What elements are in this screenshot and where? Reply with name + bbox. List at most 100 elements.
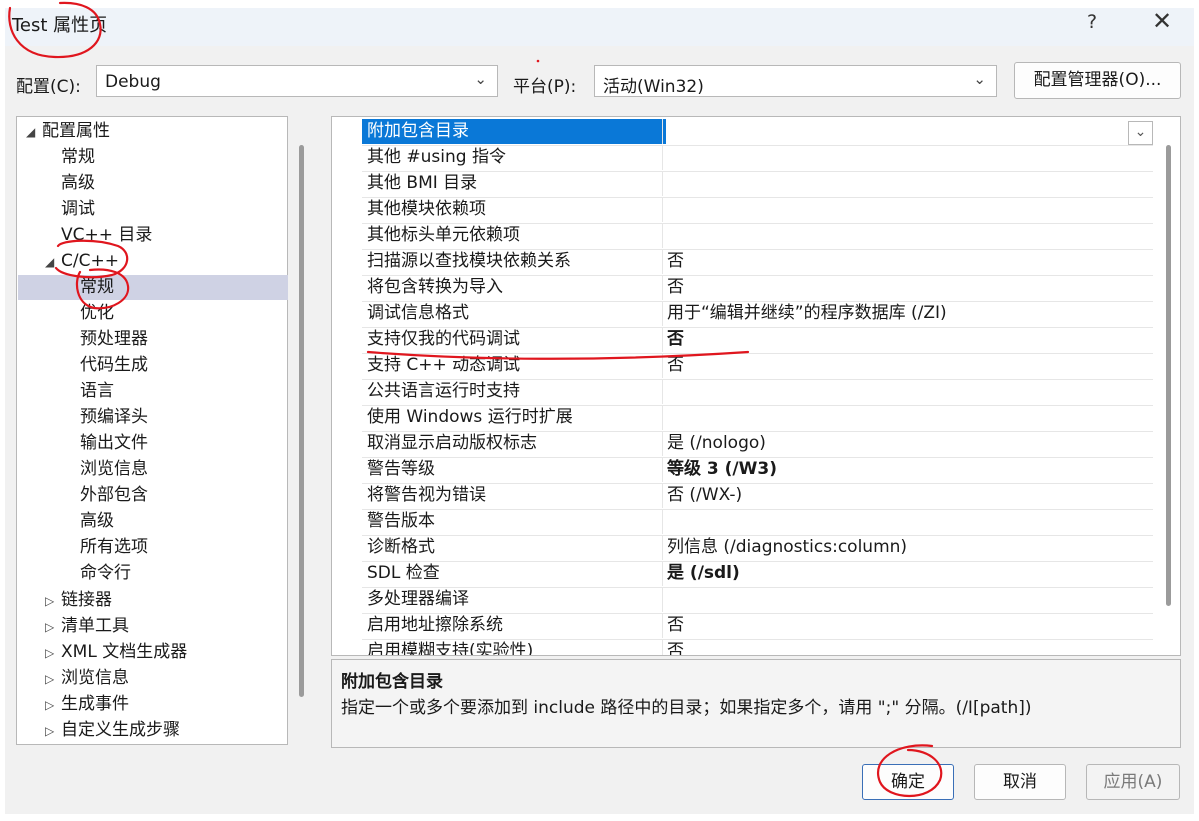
tree-item-cpp-advanced[interactable]: 高级 <box>80 509 114 534</box>
property-value[interactable]: 是 (/nologo) <box>662 431 1157 456</box>
tree-scrollbar[interactable] <box>299 145 304 697</box>
description-text: 指定一个或多个要添加到 include 路径中的目录；如果指定多个，请用 ";"… <box>341 698 1032 718</box>
configuration-select[interactable]: Debug ⌄ <box>96 65 498 97</box>
property-row[interactable]: 将包含转换为导入否 <box>362 275 1153 302</box>
property-value[interactable] <box>662 119 1157 144</box>
property-value[interactable] <box>662 405 1157 430</box>
property-value[interactable]: 否 <box>662 639 1157 655</box>
tree-item-build-events[interactable]: 生成事件 <box>61 692 129 717</box>
tree-item-optimization[interactable]: 优化 <box>80 301 114 326</box>
property-value[interactable] <box>662 223 1157 248</box>
property-value[interactable]: 否 <box>662 275 1157 300</box>
property-row[interactable]: SDL 检查是 (/sdl) <box>362 561 1153 588</box>
tree-item-browse-info[interactable]: 浏览信息 <box>61 666 129 691</box>
tree-item-advanced[interactable]: 高级 <box>61 171 95 196</box>
property-row[interactable]: 其他模块依赖项 <box>362 197 1153 224</box>
property-value[interactable]: 是 (/sdl) <box>662 561 1157 586</box>
property-row[interactable]: 支持 C++ 动态调试否 <box>362 353 1153 380</box>
property-value[interactable]: 列信息 (/diagnostics:column) <box>662 535 1157 560</box>
property-value[interactable]: 否 <box>662 353 1157 378</box>
property-scrollbar[interactable] <box>1166 145 1171 606</box>
collapsed-arrow-icon[interactable]: ▷ <box>45 672 54 686</box>
platform-value: 活动(Win32) <box>603 77 704 97</box>
property-value[interactable] <box>662 509 1157 534</box>
property-row[interactable]: 扫描源以查找模块依赖关系否 <box>362 249 1153 276</box>
collapsed-arrow-icon[interactable]: ▷ <box>45 594 54 608</box>
property-row[interactable]: 警告版本 <box>362 509 1153 536</box>
property-name: 支持 C++ 动态调试 <box>367 355 521 375</box>
property-row[interactable]: 其他 BMI 目录 <box>362 171 1153 198</box>
description-title: 附加包含目录 <box>341 672 443 692</box>
expanded-arrow-icon[interactable]: ◢ <box>45 255 54 269</box>
chevron-down-icon[interactable]: ⌄ <box>1128 121 1153 145</box>
tree-item-precompiled-headers[interactable]: 预编译头 <box>80 405 148 430</box>
tree-item-browse-information[interactable]: 浏览信息 <box>80 457 148 482</box>
tree-item-cpp-general[interactable]: 常规 <box>18 275 288 300</box>
property-value[interactable]: 否 (/WX-) <box>662 483 1157 508</box>
property-name: 支持仅我的代码调试 <box>367 329 520 349</box>
property-value[interactable]: 否 <box>662 613 1157 638</box>
property-name: 诊断格式 <box>367 537 435 557</box>
property-row[interactable]: 附加包含目录 <box>362 119 1153 146</box>
tree-item-output-files[interactable]: 输出文件 <box>80 431 148 456</box>
apply-button[interactable]: 应用(A) <box>1086 764 1180 800</box>
tree-item-debugging[interactable]: 调试 <box>61 197 95 222</box>
property-row[interactable]: 公共语言运行时支持 <box>362 379 1153 406</box>
property-value[interactable] <box>662 197 1157 222</box>
property-name: 使用 Windows 运行时扩展 <box>367 407 573 427</box>
property-name: 将包含转换为导入 <box>367 277 503 297</box>
property-name: 其他模块依赖项 <box>367 199 486 219</box>
tree-item-vc-directories[interactable]: VC++ 目录 <box>61 223 152 248</box>
property-row[interactable]: 多处理器编译 <box>362 587 1153 614</box>
cancel-button[interactable]: 取消 <box>974 764 1066 800</box>
tree-item-config-properties[interactable]: 配置属性 <box>42 119 110 144</box>
close-button[interactable]: ✕ <box>1152 7 1172 35</box>
tree-item-xml-doc-generator[interactable]: XML 文档生成器 <box>61 640 187 665</box>
property-value[interactable] <box>662 379 1157 404</box>
property-value[interactable] <box>662 145 1157 170</box>
property-row[interactable]: 调试信息格式 用于“编辑并继续”的程序数据库 (/ZI) <box>362 301 1153 328</box>
property-row[interactable]: 启用地址擦除系统否 <box>362 613 1153 640</box>
configuration-manager-button[interactable]: 配置管理器(O)... <box>1014 62 1181 99</box>
tree-item-code-generation[interactable]: 代码生成 <box>80 353 148 378</box>
property-row[interactable]: 警告等级 等级 3 (/W3) <box>362 457 1153 484</box>
category-tree[interactable]: ◢ 配置属性 常规 高级 调试 VC++ 目录 ◢ C/C++ 常规 优化 预处… <box>16 116 304 745</box>
tree-item-linker[interactable]: 链接器 <box>61 588 112 613</box>
property-value[interactable]: 等级 3 (/W3) <box>662 457 1157 482</box>
expanded-arrow-icon[interactable]: ◢ <box>26 125 35 139</box>
tree-item-external-includes[interactable]: 外部包含 <box>80 483 148 508</box>
tree-item-all-options[interactable]: 所有选项 <box>80 535 148 560</box>
property-name: SDL 检查 <box>367 563 440 583</box>
tree-item-custom-build-step[interactable]: 自定义生成步骤 <box>61 718 180 743</box>
property-value[interactable] <box>662 587 1157 612</box>
property-row[interactable]: 支持仅我的代码调试否 <box>362 327 1153 354</box>
property-row[interactable]: 启用模糊支持(实验性) 否 <box>362 639 1153 655</box>
tree-item-cpp[interactable]: C/C++ <box>61 249 119 274</box>
configuration-value: Debug <box>105 72 161 92</box>
tree-item-manifest-tool[interactable]: 清单工具 <box>61 614 129 639</box>
tree-item-language[interactable]: 语言 <box>80 379 114 404</box>
property-value[interactable]: 否 <box>662 327 1157 352</box>
property-grid[interactable]: 附加包含目录 其他 #using 指令 其他 BMI 目录 其他模块依赖项其他标头单元… <box>331 116 1181 656</box>
tree-item-general[interactable]: 常规 <box>61 145 95 170</box>
property-row[interactable]: 其他 #using 指令 <box>362 145 1153 172</box>
property-row[interactable]: 其他标头单元依赖项 <box>362 223 1153 250</box>
collapsed-arrow-icon[interactable]: ▷ <box>45 646 54 660</box>
tree-item-command-line[interactable]: 命令行 <box>80 561 131 586</box>
configuration-label: 配置(C): <box>16 77 81 97</box>
property-row[interactable]: 使用 Windows 运行时扩展 <box>362 405 1153 432</box>
property-row[interactable]: 诊断格式 列信息 (/diagnostics:column) <box>362 535 1153 562</box>
help-button[interactable]: ? <box>1087 11 1097 33</box>
platform-select[interactable]: 活动(Win32) ⌄ <box>594 65 997 97</box>
tree-item-preprocessor[interactable]: 预处理器 <box>80 327 148 352</box>
chevron-down-icon: ⌄ <box>973 70 986 88</box>
collapsed-arrow-icon[interactable]: ▷ <box>45 724 54 738</box>
ok-button[interactable]: 确定 <box>862 764 954 800</box>
collapsed-arrow-icon[interactable]: ▷ <box>45 620 54 634</box>
property-row[interactable]: 取消显示启动版权标志是 (/nologo) <box>362 431 1153 458</box>
collapsed-arrow-icon[interactable]: ▷ <box>45 698 54 712</box>
property-row[interactable]: 将警告视为错误否 (/WX-) <box>362 483 1153 510</box>
property-value[interactable] <box>662 171 1157 196</box>
property-value[interactable]: 否 <box>662 249 1157 274</box>
property-value[interactable]: 用于“编辑并继续”的程序数据库 (/ZI) <box>662 301 1157 326</box>
